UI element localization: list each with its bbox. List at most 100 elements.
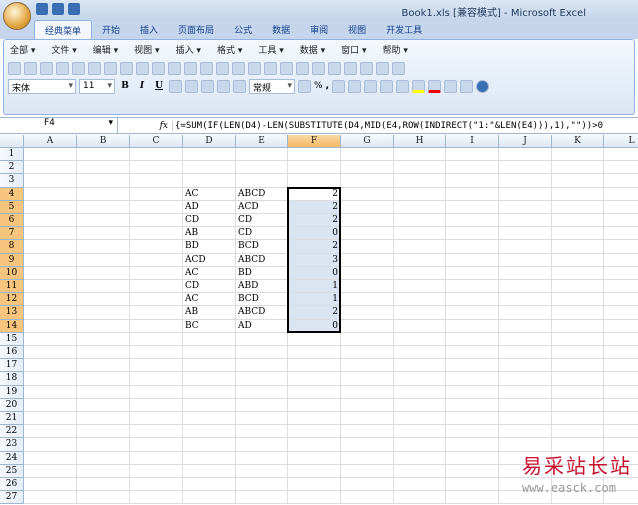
zoom-icon[interactable] xyxy=(459,79,473,93)
cell-L13[interactable] xyxy=(604,306,638,320)
cell-A14[interactable] xyxy=(24,319,77,333)
cell-A19[interactable] xyxy=(24,385,77,399)
cell-K10[interactable] xyxy=(552,266,604,280)
cell-B21[interactable] xyxy=(77,412,130,426)
cell-A22[interactable] xyxy=(24,425,77,439)
cell-F19[interactable] xyxy=(288,385,341,399)
cell-L6[interactable] xyxy=(604,214,638,228)
cell-A27[interactable] xyxy=(24,491,77,505)
cell-J10[interactable] xyxy=(499,266,552,280)
cell-J3[interactable] xyxy=(499,174,552,188)
cell-I14[interactable] xyxy=(446,319,499,333)
cell-D14[interactable]: BC xyxy=(183,319,236,333)
folder-icon[interactable] xyxy=(392,61,405,75)
cell-B3[interactable] xyxy=(77,174,130,188)
cell-D25[interactable] xyxy=(183,464,236,478)
cell-G22[interactable] xyxy=(341,425,394,439)
row-header[interactable]: 20 xyxy=(0,398,24,412)
row-header[interactable]: 12 xyxy=(0,293,24,307)
cell-H21[interactable] xyxy=(394,412,446,426)
tab-8[interactable]: 开发工具 xyxy=(376,20,432,39)
decrease-indent-icon[interactable] xyxy=(363,79,377,93)
cell-H13[interactable] xyxy=(394,306,446,320)
column-header-C[interactable]: C xyxy=(130,135,183,148)
cell-I3[interactable] xyxy=(446,174,499,188)
cell-L19[interactable] xyxy=(604,386,638,399)
currency-icon[interactable] xyxy=(298,79,311,93)
cell-B19[interactable] xyxy=(77,385,130,399)
cell-J12[interactable] xyxy=(499,293,552,307)
menu-item[interactable]: 视图 ▾ xyxy=(134,43,159,56)
column-header-L[interactable]: L xyxy=(604,135,638,148)
menu-item[interactable]: 编辑 ▾ xyxy=(93,43,118,56)
print-preview-icon[interactable] xyxy=(72,61,85,75)
cell-I16[interactable] xyxy=(446,346,499,360)
print-icon[interactable] xyxy=(88,61,101,75)
cell-L16[interactable] xyxy=(604,346,638,360)
cell-G3[interactable] xyxy=(341,174,394,188)
cell-E24[interactable] xyxy=(236,451,288,465)
cell-C15[interactable] xyxy=(130,332,183,346)
cell-G6[interactable] xyxy=(341,214,394,228)
cell-E21[interactable] xyxy=(236,412,288,426)
cell-C7[interactable] xyxy=(130,227,183,241)
cell-E4[interactable]: ABCD xyxy=(236,187,288,201)
cell-A9[interactable] xyxy=(24,253,77,267)
cell-A3[interactable] xyxy=(24,174,77,188)
cell-A26[interactable] xyxy=(24,478,77,492)
row-header[interactable]: 15 xyxy=(0,332,24,346)
cell-C17[interactable] xyxy=(130,359,183,373)
cell-I1[interactable] xyxy=(446,148,499,162)
cell-D2[interactable] xyxy=(183,161,236,175)
cell-F15[interactable] xyxy=(288,332,341,346)
cell-J18[interactable] xyxy=(499,372,552,386)
cell-C23[interactable] xyxy=(130,438,183,452)
cell-H8[interactable] xyxy=(394,240,446,254)
cell-B20[interactable] xyxy=(77,398,130,412)
cell-F23[interactable] xyxy=(288,438,341,452)
cell-G4[interactable] xyxy=(341,187,394,201)
cell-C18[interactable] xyxy=(130,372,183,386)
cell-E3[interactable] xyxy=(236,174,288,188)
cell-L17[interactable] xyxy=(604,359,638,373)
cell-J8[interactable] xyxy=(499,240,552,254)
cell-A25[interactable] xyxy=(24,464,77,478)
cell-K5[interactable] xyxy=(552,200,604,214)
format-painter-icon[interactable] xyxy=(184,61,197,75)
research-icon[interactable] xyxy=(120,61,133,75)
undo-icon[interactable] xyxy=(200,61,213,75)
chart-icon[interactable] xyxy=(328,61,341,75)
cell-I19[interactable] xyxy=(446,385,499,399)
cell-D21[interactable] xyxy=(183,412,236,426)
cell-J9[interactable] xyxy=(499,253,552,267)
cell-C25[interactable] xyxy=(130,464,183,478)
cell-K14[interactable] xyxy=(552,319,604,333)
column-header-A[interactable]: A xyxy=(24,135,77,148)
save-icon[interactable] xyxy=(40,61,53,75)
cell-J7[interactable] xyxy=(499,227,552,241)
cell-F4[interactable]: 2 xyxy=(288,187,341,201)
table-icon[interactable] xyxy=(360,61,373,75)
cell-D18[interactable] xyxy=(183,372,236,386)
font-select[interactable]: 宋体 xyxy=(8,78,76,94)
increase-decimal-icon[interactable] xyxy=(331,79,345,93)
cell-K9[interactable] xyxy=(552,253,604,267)
cell-G16[interactable] xyxy=(341,346,394,360)
row-header[interactable]: 6 xyxy=(0,214,24,228)
decrease-decimal-icon[interactable] xyxy=(347,79,361,93)
format-icon[interactable] xyxy=(443,79,457,93)
cell-L8[interactable] xyxy=(604,240,638,254)
cell-K18[interactable] xyxy=(552,372,604,386)
cell-I25[interactable] xyxy=(446,464,499,478)
row-header[interactable]: 16 xyxy=(0,346,24,360)
cell-K7[interactable] xyxy=(552,227,604,241)
cell-B17[interactable] xyxy=(77,359,130,373)
cell-K13[interactable] xyxy=(552,306,604,320)
cell-G20[interactable] xyxy=(341,398,394,412)
cell-D1[interactable] xyxy=(183,148,236,162)
cell-J21[interactable] xyxy=(499,412,552,426)
cell-G24[interactable] xyxy=(341,451,394,465)
cell-B18[interactable] xyxy=(77,372,130,386)
cell-F14[interactable]: 0 xyxy=(288,319,341,333)
cell-K4[interactable] xyxy=(552,187,604,201)
